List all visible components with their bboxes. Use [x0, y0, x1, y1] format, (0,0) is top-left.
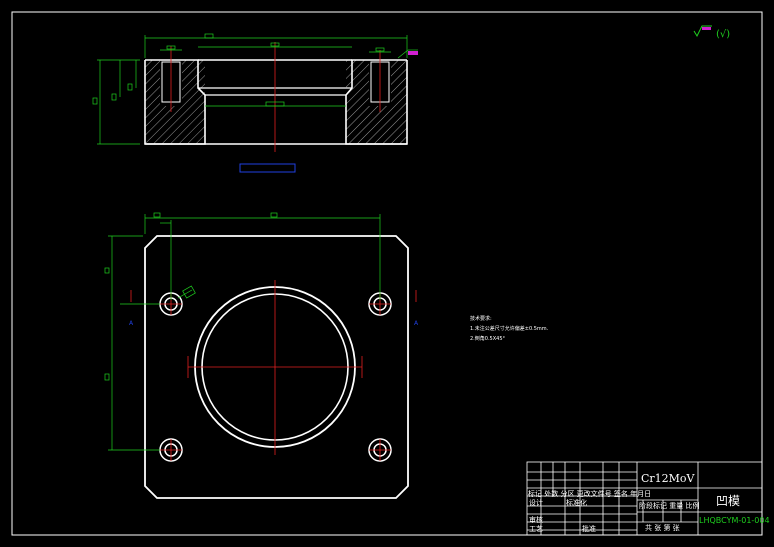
roughness-symbol-icon: [693, 25, 712, 38]
notes-line-2: 2.倒角0.5X45°: [470, 336, 506, 342]
roughness-text: (√): [716, 29, 730, 40]
section-label-box: [239, 163, 296, 173]
row-labels: 标记 处数 分区 更改文件号 签名 年月日: [528, 490, 652, 498]
design-label: 设计: [529, 499, 543, 507]
material-label: Cr12MoV: [641, 472, 695, 485]
drawing-number: LHQBCYM-01-004: [699, 516, 770, 525]
sheets-label: 共 张 第 张: [645, 524, 680, 532]
section-view: [92, 33, 418, 173]
section-label-right: A: [414, 320, 419, 327]
process-label: 工艺: [529, 525, 543, 533]
technical-requirements: 技术要求: 1.未注公差尺寸允许偏差±0.5mm. 2.倒角0.5X45°: [470, 314, 548, 344]
standardize-label: 标准化: [566, 499, 587, 507]
plan-view: A A: [104, 212, 419, 499]
approve-label: 批准: [582, 525, 596, 533]
section-label-left: A: [129, 320, 134, 327]
notes-line-1: 1.未注公差尺寸允许偏差±0.5mm.: [470, 326, 549, 332]
part-name: 凹模: [716, 494, 741, 508]
cad-drawing: A A (√): [11, 11, 763, 536]
notes-title: 技术要求:: [470, 316, 492, 322]
stage-labels: 阶段标记 重量 比例: [639, 502, 700, 510]
